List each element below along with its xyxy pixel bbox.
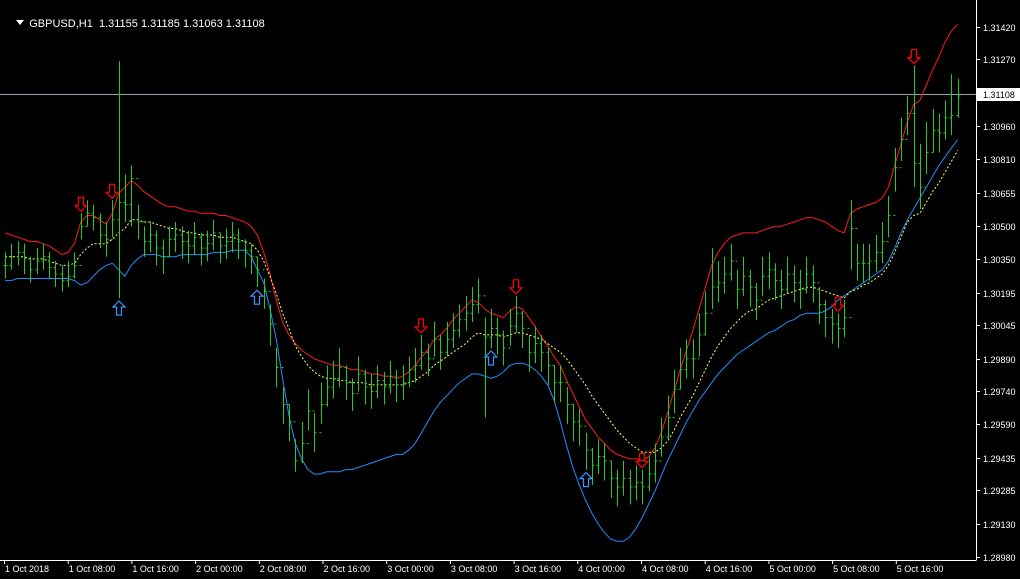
chart-window[interactable]: 1.31420 1.31270 1.31108 1.30960 1.30810 1.306… xyxy=(0,0,1020,579)
x-tick-label: 2 Oct 08:00 xyxy=(260,564,307,574)
current-price-label: 1.31108 xyxy=(983,90,1015,100)
y-tick-label: 1.31420 xyxy=(983,23,1016,33)
x-tick-label: 5 Oct 08:00 xyxy=(833,564,880,574)
chart-header: GBPUSD,H1 1.31155 1.31185 1.31063 1.3110… xyxy=(4,3,265,45)
y-tick-label: 1.31270 xyxy=(983,55,1016,65)
symbol-label: GBPUSD,H1 xyxy=(29,18,93,30)
y-tick-label: 1.29590 xyxy=(983,420,1016,430)
y-tick-label: 1.29435 xyxy=(983,454,1016,464)
ohlc-readout: 1.31155 1.31185 1.31063 1.31108 xyxy=(98,18,265,30)
y-tick-label: 1.30350 xyxy=(983,255,1016,265)
y-tick-label: 1.29130 xyxy=(983,520,1016,530)
y-tick-label: 1.28980 xyxy=(983,553,1016,563)
x-tick-label: 5 Oct 00:00 xyxy=(769,564,816,574)
x-tick-label: 3 Oct 16:00 xyxy=(515,564,562,574)
y-tick-label: 1.30500 xyxy=(983,222,1016,232)
price-chart[interactable]: 1.31420 1.31270 1.31108 1.30960 1.30810 1.306… xyxy=(0,0,1020,579)
x-tick-label: 4 Oct 00:00 xyxy=(578,564,625,574)
y-tick-label: 1.29890 xyxy=(983,355,1016,365)
x-tick-label: 1 Oct 16:00 xyxy=(132,564,179,574)
x-tick-label: 2 Oct 00:00 xyxy=(196,564,243,574)
x-tick-label: 2 Oct 16:00 xyxy=(324,564,371,574)
y-tick-label: 1.30045 xyxy=(983,321,1016,331)
x-tick-label: 4 Oct 08:00 xyxy=(642,564,689,574)
x-tick-label: 3 Oct 00:00 xyxy=(387,564,434,574)
x-tick-label: 4 Oct 16:00 xyxy=(706,564,753,574)
y-tick-label: 1.30960 xyxy=(983,122,1016,132)
y-tick-label: 1.29740 xyxy=(983,387,1016,397)
triangle-down-icon[interactable] xyxy=(16,20,25,25)
x-tick-label: 5 Oct 16:00 xyxy=(897,564,944,574)
y-tick-label: 1.30195 xyxy=(983,289,1016,299)
y-tick-label: 1.29285 xyxy=(983,486,1016,496)
x-tick-label: 3 Oct 08:00 xyxy=(451,564,498,574)
y-tick-label: 1.30810 xyxy=(983,155,1016,165)
y-tick-label: 1.30655 xyxy=(983,189,1016,199)
x-tick-label: 1 Oct 08:00 xyxy=(69,564,116,574)
x-tick-label: 1 Oct 2018 xyxy=(5,564,49,574)
